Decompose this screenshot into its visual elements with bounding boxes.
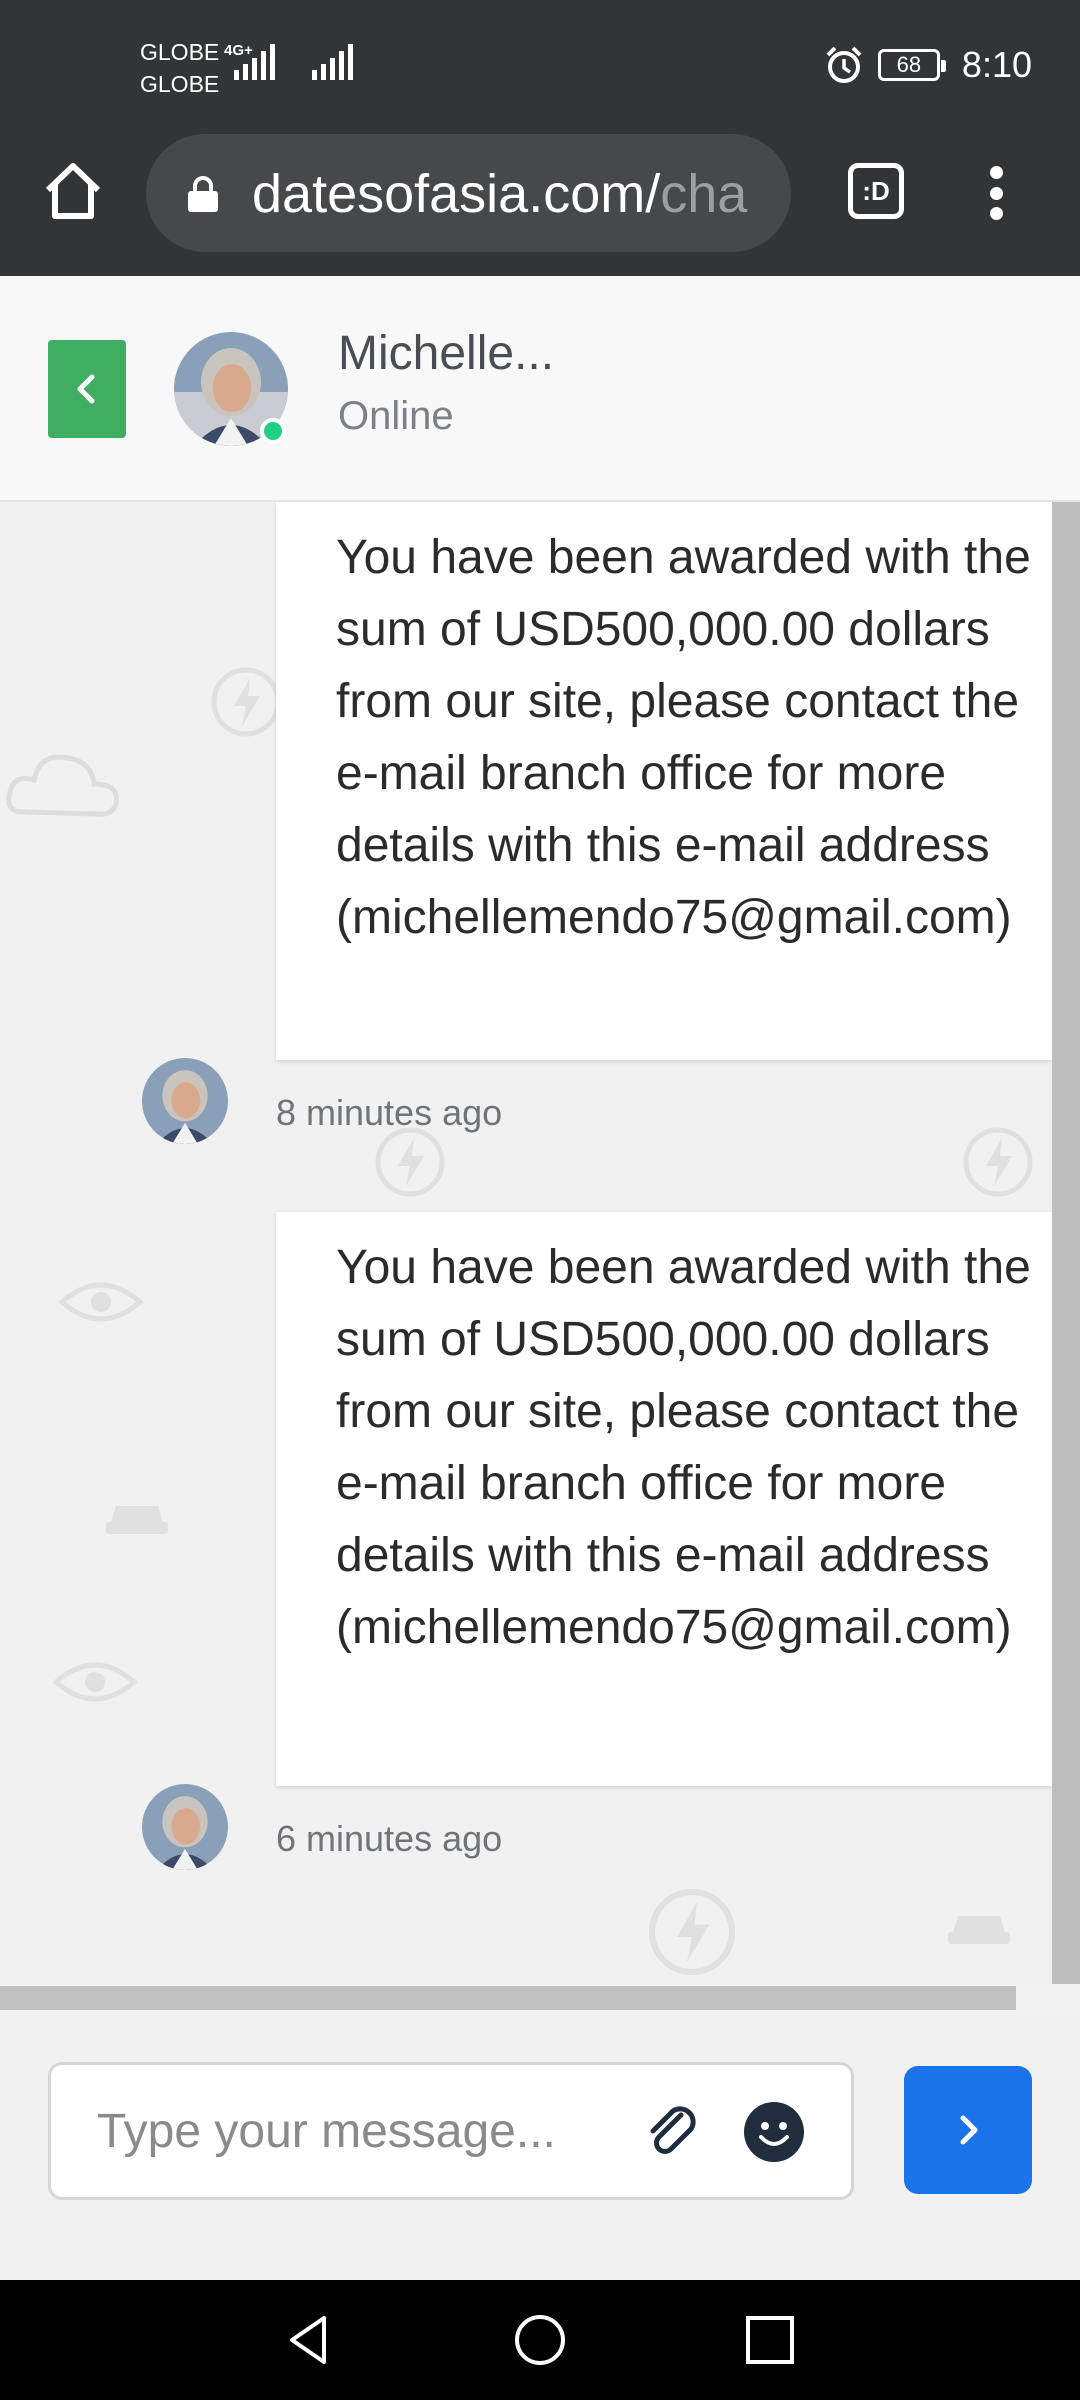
- message-avatar: [142, 1784, 228, 1870]
- carrier-labels: GLOBE GLOBE: [140, 36, 219, 100]
- message-bubble[interactable]: You have been awarded with the sum of US…: [276, 502, 1052, 1060]
- tab-switcher-button[interactable]: :D: [848, 163, 904, 219]
- tab-label: :D: [862, 175, 890, 206]
- message-input-box: [48, 2062, 854, 2200]
- paperclip-icon[interactable]: [641, 2101, 705, 2165]
- address-bar[interactable]: datesofasia.com/cha: [146, 134, 791, 252]
- browser-toolbar: datesofasia.com/cha :D: [0, 130, 1080, 276]
- battery-icon: 68: [877, 49, 946, 81]
- alarm-icon: [826, 46, 862, 83]
- url-truncated: cha: [660, 164, 748, 224]
- smiley-icon[interactable]: [743, 2101, 805, 2163]
- eye-icon: [58, 1282, 144, 1322]
- signal-icon: [234, 44, 275, 80]
- chevron-right-icon: [960, 2115, 978, 2145]
- recents-square-icon[interactable]: [738, 2308, 802, 2372]
- message-bubble[interactable]: You have been awarded with the sum of US…: [276, 1212, 1052, 1786]
- more-vert-icon[interactable]: [978, 160, 1014, 226]
- status-bar: GLOBE GLOBE 4G+ 68 8:10: [0, 0, 1080, 130]
- signal-icon-2: [312, 44, 353, 80]
- message-composer: [0, 2010, 1080, 2280]
- back-triangle-icon[interactable]: [278, 2308, 342, 2372]
- message-timestamp: 8 minutes ago: [276, 1092, 503, 1133]
- system-nav-bar: [0, 2280, 1080, 2400]
- contact-status: Online: [338, 394, 454, 438]
- bolt-circle-icon: [963, 1127, 1033, 1197]
- bolt-circle-icon: [375, 1127, 445, 1197]
- status-right: 68 8:10: [824, 40, 1032, 90]
- cloud-icon: [6, 754, 120, 817]
- back-button[interactable]: [48, 340, 126, 438]
- lock-icon: [188, 176, 218, 212]
- home-circle-icon[interactable]: [508, 2308, 572, 2372]
- message-avatar: [142, 1058, 228, 1144]
- message-input[interactable]: [97, 2095, 617, 2167]
- message-timestamp: 6 minutes ago: [276, 1818, 503, 1859]
- url-main: datesofasia.com/: [252, 164, 661, 224]
- message-list[interactable]: You have been awarded with the sum of US…: [0, 502, 1080, 1984]
- carrier-1: GLOBE: [140, 39, 220, 65]
- home-icon[interactable]: [40, 158, 106, 224]
- car-icon: [948, 1916, 1010, 1944]
- bolt-circle-icon: [648, 1888, 736, 1976]
- bolt-circle-icon: [211, 667, 281, 737]
- url-text: datesofasia.com/cha: [252, 163, 747, 225]
- carrier-2: GLOBE: [140, 71, 220, 97]
- horizontal-scrollbar[interactable]: [0, 1986, 1016, 2012]
- chevron-left-icon: [77, 374, 95, 404]
- car-icon: [106, 1506, 168, 1534]
- battery-level: 68: [896, 52, 922, 77]
- message-text: You have been awarded with the sum of US…: [336, 531, 1031, 944]
- contact-name[interactable]: Michelle...: [338, 326, 554, 381]
- eye-icon: [52, 1662, 138, 1702]
- clock: 8:10: [961, 44, 1032, 85]
- message-text: You have been awarded with the sum of US…: [336, 1241, 1031, 1654]
- online-indicator: [260, 418, 286, 444]
- chat-header: Michelle... Online: [0, 276, 1080, 502]
- vertical-scrollbar[interactable]: [1052, 502, 1080, 1984]
- send-button[interactable]: [904, 2066, 1032, 2194]
